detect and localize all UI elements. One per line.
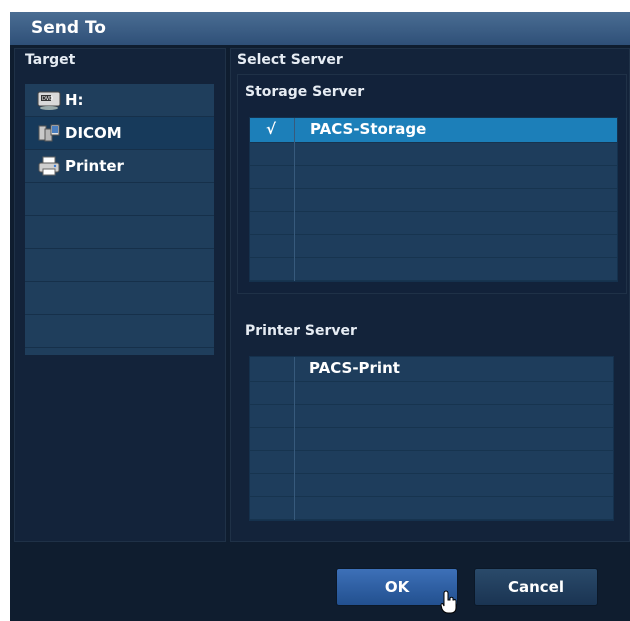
printer-server-table: PACS-Print — [249, 356, 614, 521]
target-item-printer[interactable]: Printer — [25, 150, 214, 183]
column-divider — [294, 357, 295, 520]
dialog-title-bar: Send To — [10, 12, 630, 45]
table-row[interactable] — [250, 212, 617, 235]
target-empty-row — [25, 282, 214, 315]
target-label: Target — [25, 52, 76, 68]
storage-server-label: Storage Server — [245, 84, 365, 100]
table-row[interactable] — [250, 474, 613, 497]
target-item-label: Printer — [65, 157, 124, 175]
target-item-label: H: — [65, 91, 84, 109]
dialog-title: Send To — [31, 18, 106, 38]
target-item-label: DICOM — [65, 124, 122, 142]
send-to-dialog: Send To Target DVD H: DICOM Printer Sele… — [10, 12, 630, 621]
server-name: PACS-Print — [309, 359, 400, 377]
table-row[interactable] — [250, 166, 617, 189]
table-row[interactable]: PACS-Print — [250, 357, 613, 382]
table-row[interactable] — [250, 258, 617, 281]
table-row[interactable] — [250, 189, 617, 212]
target-empty-row — [25, 216, 214, 249]
table-row[interactable]: √ PACS-Storage — [250, 118, 617, 143]
storage-server-table: √ PACS-Storage — [249, 117, 618, 282]
selected-check: √ — [266, 120, 277, 138]
disk-drive-icon: DVD — [37, 91, 61, 110]
target-list: DVD H: DICOM Printer — [25, 84, 214, 355]
table-row[interactable] — [250, 405, 613, 428]
target-empty-row — [25, 315, 214, 348]
svg-text:DVD: DVD — [42, 96, 53, 102]
table-row[interactable] — [250, 497, 613, 520]
cancel-button[interactable]: Cancel — [474, 568, 598, 606]
table-row[interactable] — [250, 143, 617, 166]
table-row[interactable] — [250, 382, 613, 405]
target-item-h[interactable]: DVD H: — [25, 84, 214, 117]
printer-icon — [38, 156, 60, 176]
column-divider — [294, 118, 295, 281]
table-row[interactable] — [250, 235, 617, 258]
target-empty-row — [25, 249, 214, 282]
target-item-dicom[interactable]: DICOM — [25, 117, 214, 150]
server-name: PACS-Storage — [310, 120, 427, 138]
printer-server-label: Printer Server — [245, 323, 357, 339]
table-row[interactable] — [250, 428, 613, 451]
table-row[interactable] — [250, 451, 613, 474]
target-empty-row — [25, 183, 214, 216]
hand-cursor-icon — [440, 590, 457, 614]
dicom-network-icon — [38, 124, 60, 142]
select-server-label: Select Server — [237, 52, 343, 68]
